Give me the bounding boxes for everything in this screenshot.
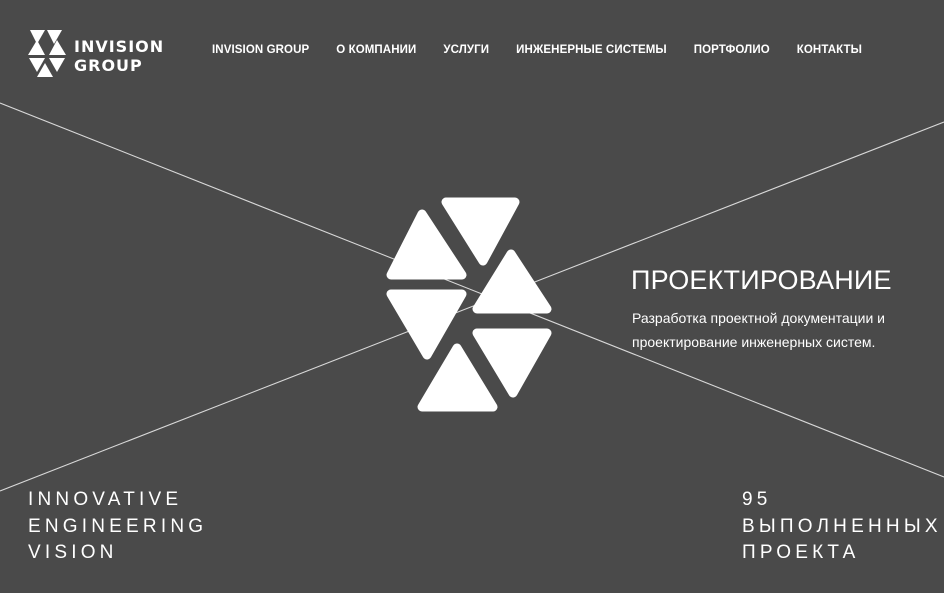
brand-logo[interactable]: INVISION GROUP — [27, 27, 167, 79]
main-nav: INVISION GROUP О КОМПАНИИ УСЛУГИ ИНЖЕНЕР… — [212, 44, 889, 56]
nav-item-services[interactable]: УСЛУГИ — [443, 44, 489, 56]
nav-item-invision-group[interactable]: INVISION GROUP — [212, 44, 309, 56]
emblem-icon — [386, 197, 552, 412]
brand-name: INVISION GROUP — [74, 37, 164, 75]
hero-title: ПРОЕКТИРОВАНИЕ — [631, 265, 892, 295]
nav-item-contacts[interactable]: КОНТАКТЫ — [797, 44, 862, 56]
tagline-line1: INNOVATIVE — [28, 489, 183, 510]
nav-item-portfolio[interactable]: ПОРТФОЛИО — [694, 44, 770, 56]
brand-name-line1: INVISION — [74, 37, 165, 56]
hero-section: INVISION GROUP INVISION GROUP О КОМПАНИИ… — [0, 0, 944, 593]
hero-description: Разработка проектной документации и прое… — [632, 310, 886, 350]
tagline: INNOVATIVE ENGINEERING VISION — [28, 487, 207, 567]
nav-item-about[interactable]: О КОМПАНИИ — [336, 44, 416, 56]
logo-mark-icon — [28, 30, 66, 77]
tagline-line2: ENGINEERING — [28, 515, 208, 537]
tagline-line3: VISION — [28, 542, 118, 563]
projects-count: 95 — [742, 489, 772, 510]
projects-stat: 95 ВЫПОЛНЕННЫХ ПРОЕКТА — [742, 487, 942, 567]
projects-label-line2: ПРОЕКТА — [742, 542, 860, 563]
nav-item-engineering-systems[interactable]: ИНЖЕНЕРНЫЕ СИСТЕМЫ — [516, 44, 667, 56]
brand-name-line2: GROUP — [74, 56, 143, 75]
projects-label-line1: ВЫПОЛНЕННЫХ — [742, 515, 942, 537]
